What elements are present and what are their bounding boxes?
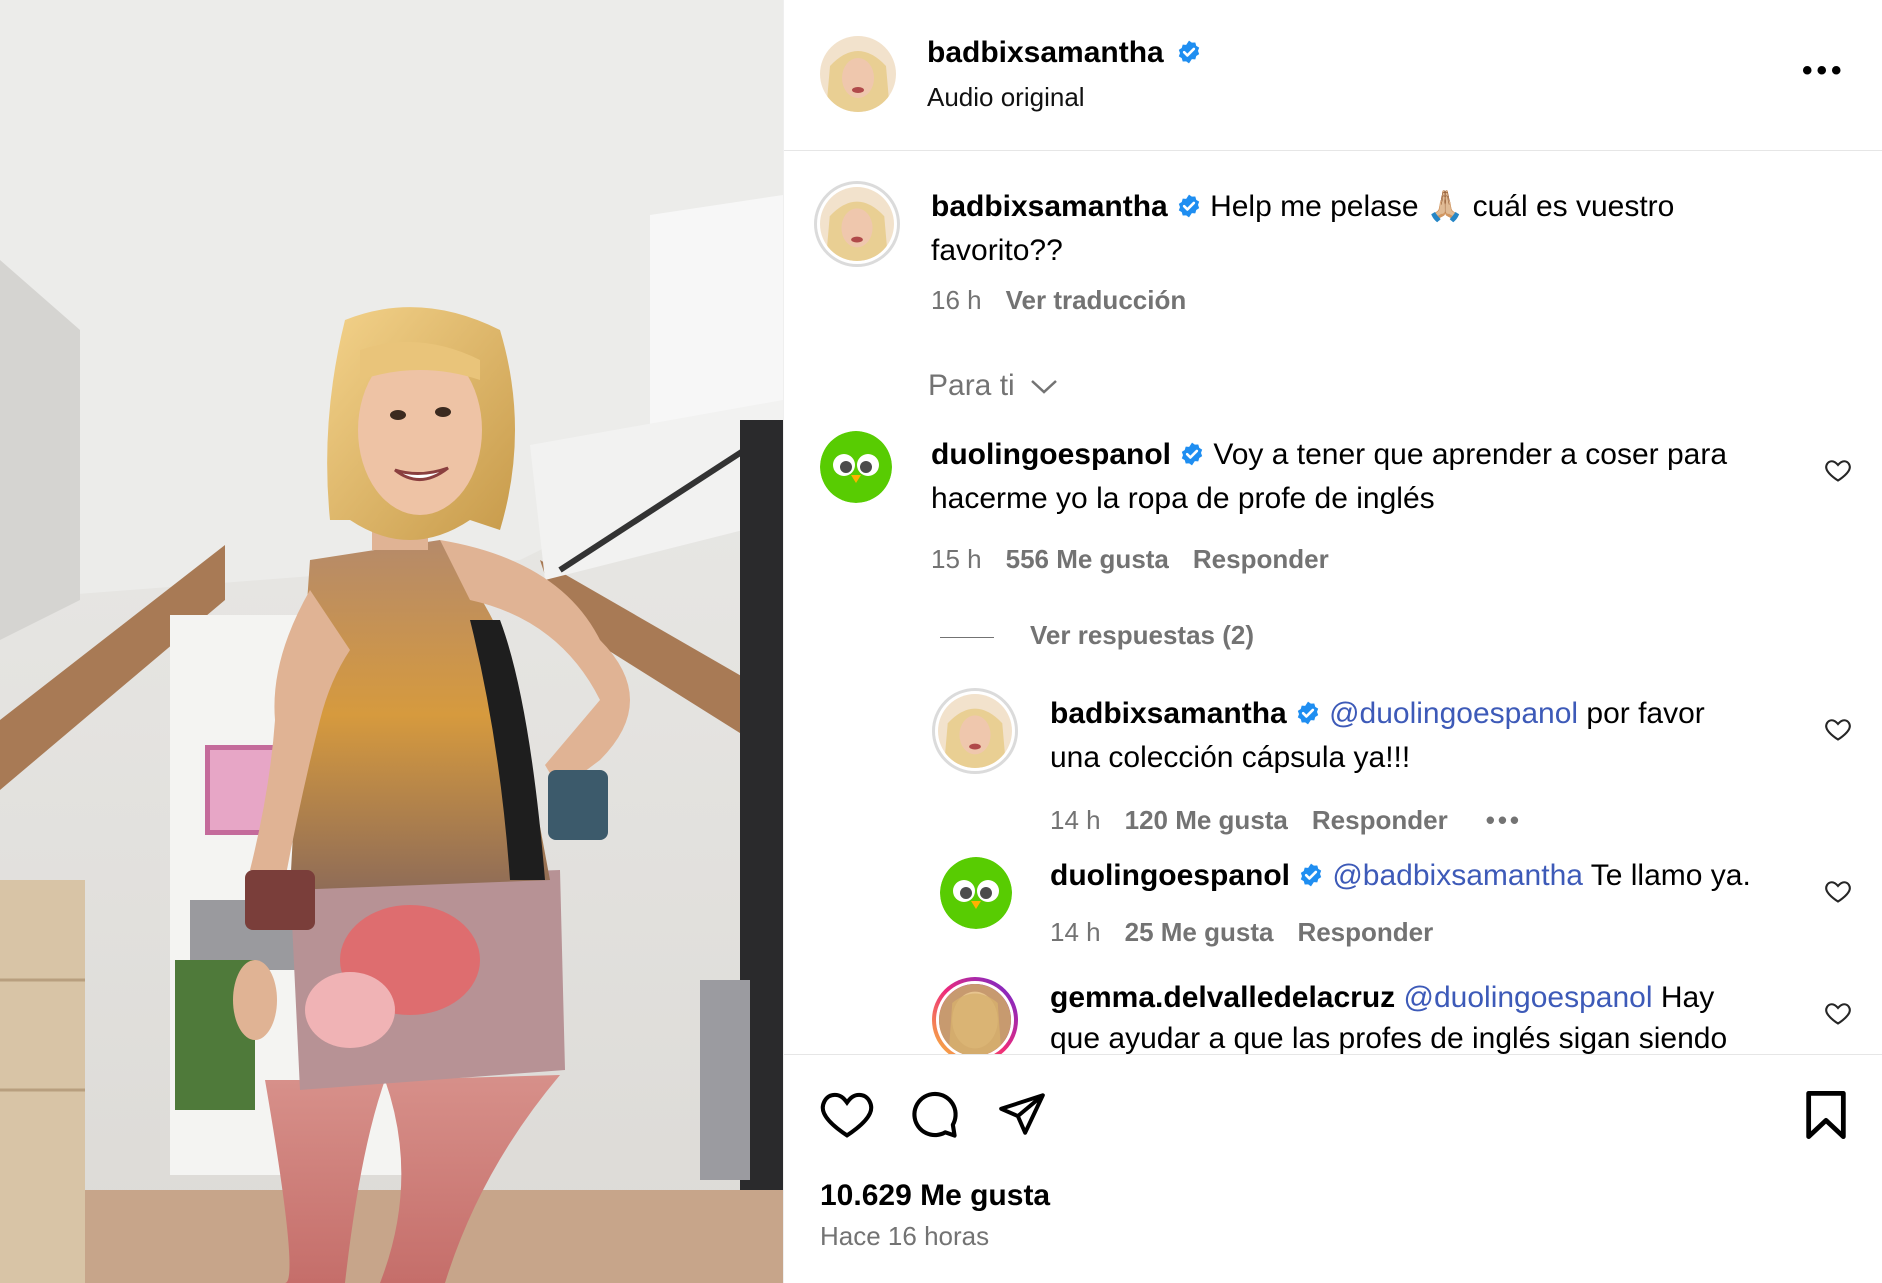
reel-video-frame[interactable] [0, 0, 783, 1283]
comment-1-line2: hacerme yo la ropa de profe de inglés [931, 482, 1435, 515]
reply-2-meta: 14 h 25 Me gusta Responder [1050, 917, 1433, 948]
comment-1-meta: 15 h 556 Me gusta Responder [931, 544, 1329, 575]
caption-body-start: Help me pelase [1210, 190, 1419, 223]
avatar-image [820, 187, 894, 261]
reply-2-reply-button[interactable]: Responder [1297, 917, 1433, 947]
sort-selector[interactable]: Para ti [928, 369, 1059, 404]
comment-1-line1: Voy a tener que aprender a coser para [1213, 438, 1728, 471]
caption-time: 16 h [931, 285, 982, 315]
likes-count[interactable]: 10.629 Me gusta [820, 1179, 1050, 1213]
caption-body-end: cuál es vuestro [1472, 190, 1675, 223]
reply-1-text: badbixsamantha @duolingoespanol por favo… [1050, 693, 1830, 778]
reply-2-likes[interactable]: 25 Me gusta [1125, 917, 1274, 947]
verified-badge-icon [1179, 437, 1205, 478]
view-replies-label: Ver respuestas (2) [1030, 620, 1255, 650]
reel-video-image [0, 0, 783, 1283]
reply-1-reply-button[interactable]: Responder [1312, 805, 1448, 835]
caption-avatar[interactable] [814, 181, 900, 267]
verified-badge-icon [1176, 189, 1202, 230]
comment-3-line1: Hay [1660, 981, 1715, 1014]
reply-1-avatar[interactable] [932, 688, 1018, 774]
post-detail-panel: badbixsamantha Audio original ••• badbix… [783, 0, 1882, 1283]
author-username[interactable]: badbixsamantha [927, 36, 1164, 69]
pray-emoji: 🙏🏼 [1426, 190, 1465, 223]
share-icon[interactable] [996, 1089, 1048, 1139]
comment-1-time: 15 h [931, 544, 982, 574]
caption-text: badbixsamantha Help me pelase 🙏🏼 cuál es… [931, 186, 1831, 271]
reply-1-more-options-icon[interactable]: ••• [1486, 805, 1522, 835]
duolingo-owl-icon [940, 857, 1012, 929]
comments-scroll-area[interactable]: badbixsamantha Help me pelase 🙏🏼 cuál es… [784, 151, 1882, 1054]
reply-1-like-heart-icon[interactable] [1824, 715, 1852, 743]
avatar-image [939, 984, 1011, 1054]
comment-1-likes[interactable]: 556 Me gusta [1006, 544, 1169, 574]
avatar-image [820, 36, 896, 112]
comment-1-like-heart-icon[interactable] [1824, 456, 1852, 484]
view-replies-divider [940, 636, 994, 638]
post-timestamp[interactable]: Hace 16 horas [820, 1221, 989, 1252]
comment-3-mention[interactable]: @duolingoespanol [1404, 981, 1653, 1014]
post-header: badbixsamantha Audio original ••• [784, 0, 1882, 151]
avatar-image [938, 694, 1012, 768]
reply-2-text: duolingoespanol @badbixsamantha Te llamo… [1050, 855, 1830, 899]
author-avatar[interactable] [820, 36, 896, 112]
sort-label: Para ti [928, 369, 1015, 402]
comment-3-like-heart-icon[interactable] [1824, 999, 1852, 1027]
comment-icon[interactable] [908, 1089, 960, 1141]
comment-1-reply-button[interactable]: Responder [1193, 544, 1329, 574]
reply-2-like-heart-icon[interactable] [1824, 877, 1852, 905]
reply-1-username[interactable]: badbixsamantha [1050, 697, 1287, 730]
comment-3-line2: que ayudar a que las profes de inglés si… [1050, 1022, 1728, 1054]
verified-badge-icon [1298, 858, 1324, 899]
reply-2-line1: Te llamo ya. [1590, 859, 1751, 892]
duolingo-owl-icon [820, 431, 892, 503]
caption-username[interactable]: badbixsamantha [931, 190, 1168, 223]
comment-3-username[interactable]: gemma.delvalledelacruz [1050, 981, 1395, 1014]
reply-2-mention[interactable]: @badbixsamantha [1332, 859, 1583, 892]
caption-body-line2: favorito?? [931, 234, 1063, 267]
bookmark-icon[interactable] [1804, 1089, 1848, 1141]
reply-1-meta: 14 h 120 Me gusta Responder ••• [1050, 805, 1522, 836]
reply-1-mention[interactable]: @duolingoespanol [1329, 697, 1578, 730]
reply-1-time: 14 h [1050, 805, 1101, 835]
comment-3-avatar[interactable] [932, 977, 1018, 1054]
comment-3-text: gemma.delvalledelacruz @duolingoespanol … [1050, 977, 1830, 1054]
chevron-down-icon [1029, 370, 1059, 404]
verified-badge-icon [1295, 696, 1321, 737]
reply-1-line1: por favor [1586, 697, 1705, 730]
reply-1-likes[interactable]: 120 Me gusta [1125, 805, 1288, 835]
post-actions-bar: 10.629 Me gusta Hace 16 horas [784, 1054, 1882, 1283]
heart-icon[interactable] [820, 1089, 874, 1139]
comment-1-text: duolingoespanol Voy a tener que aprender… [931, 434, 1811, 519]
caption-meta: 16 h Ver traducción [931, 285, 1186, 316]
more-options-icon[interactable]: ••• [1802, 56, 1846, 86]
audio-label[interactable]: Audio original [927, 82, 1085, 113]
view-replies-button[interactable]: Ver respuestas (2) [940, 620, 1254, 651]
commenter-avatar-duolingo[interactable] [820, 431, 892, 503]
verified-badge-icon [1176, 39, 1202, 70]
reply-1-line2: una colección cápsula ya!!! [1050, 741, 1411, 774]
comment-1-username[interactable]: duolingoespanol [931, 438, 1171, 471]
reply-2-username[interactable]: duolingoespanol [1050, 859, 1290, 892]
translate-link[interactable]: Ver traducción [1006, 285, 1187, 315]
reply-2-avatar[interactable] [940, 857, 1012, 929]
reply-2-time: 14 h [1050, 917, 1101, 947]
